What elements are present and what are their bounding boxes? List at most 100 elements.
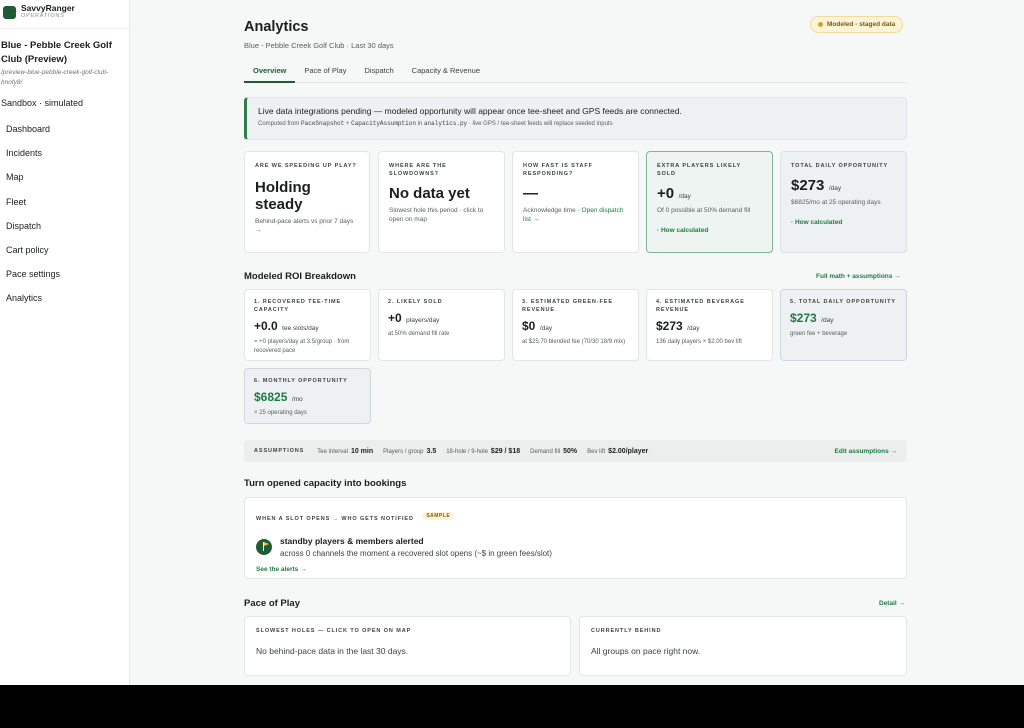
kpi-extra-players-card: Extra players likely sold +0 /day Of 0 p…: [646, 151, 773, 253]
sidebar-item-dispatch[interactable]: Dispatch: [0, 219, 129, 243]
banner-suffix: · live GPS / tee-sheet feeds will replac…: [468, 121, 613, 127]
roi-2-note: at 50% demand fill rate: [388, 331, 450, 337]
tab-capacity-revenue[interactable]: Capacity & Revenue: [403, 60, 489, 83]
roi-4-unit: /day: [687, 325, 700, 332]
roi-1-kicker: 1. Recovered tee-time capacity: [254, 299, 342, 313]
edit-assumptions-link[interactable]: Edit assumptions →: [835, 448, 897, 455]
kpi-staff-card: How fast is staff responding? — Acknowle…: [512, 151, 639, 253]
roi-1-value: +0.0: [254, 319, 278, 333]
kpi-speed-card[interactable]: Are we speeding up play? Holding steady …: [244, 151, 370, 253]
golf-flag-icon: [256, 539, 272, 555]
roi-6-unit: /mo: [291, 396, 303, 403]
roi-card-beverage: 4. Estimated beverage revenue $273 /day …: [646, 289, 773, 361]
see-alerts-link[interactable]: See the alerts →: [256, 566, 895, 573]
roi-4-kicker: 4. Estimated beverage revenue: [656, 299, 745, 313]
sidebar-item-analytics[interactable]: Analytics: [0, 291, 129, 315]
roi-5-kicker: 5. Total daily opportunity: [790, 299, 896, 305]
tab-overview[interactable]: Overview: [244, 60, 296, 83]
sidebar-item-incidents[interactable]: Incidents: [0, 146, 129, 170]
kpi-staff-note: Acknowledge time ·: [523, 207, 580, 214]
roi-6-value: $6825: [254, 390, 288, 404]
slowest-holes-text: No behind-pace data in the last 30 days.: [256, 646, 409, 656]
club-name: Blue - Pebble Creek Golf Club (Preview): [1, 40, 112, 65]
bookings-section-title: Turn opened capacity into bookings: [244, 478, 407, 489]
daily-how-calculated-link[interactable]: · How calculated: [791, 219, 896, 226]
kpi-staff-value: —: [523, 185, 538, 202]
roi-2-unit: players/day: [406, 317, 440, 324]
kpi-daily-kicker: Total daily opportunity: [791, 163, 889, 169]
modeled-badge-label: Modeled - staged data: [827, 21, 896, 28]
slowest-holes-card[interactable]: SLOWEST HOLES — CLICK TO OPEN ON MAP No …: [244, 616, 571, 676]
roi-3-unit: /day: [539, 325, 553, 332]
kpi-slowdowns-value: No data yet: [389, 185, 470, 202]
brand-name: SavvyRanger: [21, 3, 75, 13]
banner-title: Live data integrations pending — modeled…: [258, 106, 682, 116]
kpi-daily-opportunity-card: Total daily opportunity $273 /day $6825/…: [780, 151, 907, 253]
kpi-daily-unit: /day: [828, 185, 842, 192]
sidebar-item-map[interactable]: Map: [0, 170, 129, 194]
sidebar-item-pace-settings[interactable]: Pace settings: [0, 267, 129, 291]
roi-5-note: green fee + beverage: [790, 331, 848, 337]
banner-code-line: Computed from PaceSnapshot + CapacityAss…: [258, 120, 895, 127]
kpi-staff-kicker: How fast is staff responding?: [523, 163, 593, 177]
banner-code-pace: PaceSnapshot: [301, 120, 345, 127]
pace-detail-link[interactable]: Detail →: [879, 600, 905, 607]
currently-behind-card: CURRENTLY BEHIND All groups on pace righ…: [579, 616, 907, 676]
assumptions-kicker: ASSUMPTIONS: [254, 448, 305, 454]
page-subtitle: Blue - Pebble Creek Golf Club · Last 30 …: [244, 41, 394, 50]
kpi-daily-value: $273: [791, 177, 825, 194]
banner-code-file: analytics.py: [423, 120, 468, 127]
roi-card-recovered-capacity: 1. Recovered tee-time capacity +0.0 tee …: [244, 289, 371, 361]
modeled-status-badge: Modeled - staged data: [810, 16, 904, 33]
bookings-kicker: WHEN A SLOT OPENS → WHO GETS NOTIFIED: [256, 516, 414, 522]
tab-pace-of-play[interactable]: Pace of Play: [295, 60, 355, 83]
kpi-speed-kicker: Are we speeding up play?: [255, 163, 357, 169]
roi-4-note: 136 daily players × $2.00 bev lift: [656, 339, 742, 345]
kpi-slowdowns-card[interactable]: Where are the slowdowns? No data yet Slo…: [378, 151, 505, 253]
kpi-extra-kicker: Extra players likely sold: [657, 163, 741, 177]
kpi-slowdowns-note: Slowest hole this period · click to open…: [389, 207, 484, 223]
kpi-extra-note: Of 0 possible at 50% demand fill: [657, 207, 751, 214]
brand[interactable]: SavvyRanger OPERATIONS: [0, 0, 129, 29]
roi-3-value: $0: [522, 319, 536, 333]
bookings-card: WHEN A SLOT OPENS → WHO GETS NOTIFIED SA…: [244, 497, 907, 579]
roi-card-total-daily: 5. Total daily opportunity $273 /day gre…: [780, 289, 907, 361]
roi-2-kicker: 2. Likely sold: [388, 299, 443, 305]
sidebar-item-fleet[interactable]: Fleet: [0, 195, 129, 219]
kpi-extra-unit: /day: [678, 193, 691, 200]
currently-behind-kicker: CURRENTLY BEHIND: [591, 628, 662, 634]
sidebar-nav: Dashboard Incidents Map Fleet Dispatch C…: [0, 108, 129, 316]
kpi-daily-note: $6825/mo at 25 operating days: [791, 199, 881, 206]
roi-card-monthly: 6. Monthly opportunity $6825 /mo × 25 op…: [244, 368, 371, 424]
sidebar: SavvyRanger OPERATIONS Blue - Pebble Cre…: [0, 0, 130, 685]
tab-dispatch[interactable]: Dispatch: [355, 60, 402, 83]
roi-6-note: × 25 operating days: [254, 410, 307, 416]
status-dot-icon: [818, 22, 823, 27]
kpi-speed-note[interactable]: Behind-pace alerts vs prior 7 days →: [255, 217, 359, 235]
integration-banner: Live data integrations pending — modeled…: [244, 97, 907, 140]
bottom-black-bar: [0, 685, 1024, 728]
app-window: SavvyRanger OPERATIONS Blue - Pebble Cre…: [0, 0, 1024, 685]
full-math-link[interactable]: Full math + assumptions →: [816, 273, 901, 280]
sample-badge: SAMPLE: [422, 511, 455, 520]
kpi-speed-value-line1: Holding: [255, 179, 311, 196]
kpi-slowdowns-kicker: Where are the slowdowns?: [389, 163, 447, 177]
main-content: Analytics Blue - Pebble Creek Golf Club …: [130, 0, 1024, 685]
slowest-holes-kicker: SLOWEST HOLES — CLICK TO OPEN ON MAP: [256, 628, 412, 634]
currently-behind-text: All groups on pace right now.: [591, 646, 701, 656]
roi-5-value: $273: [790, 311, 817, 325]
roi-3-note: at $25.70 blended fee (70/30 18/9 mix): [522, 339, 626, 345]
sidebar-item-cart-policy[interactable]: Cart policy: [0, 243, 129, 267]
sidebar-item-dashboard[interactable]: Dashboard: [0, 122, 129, 146]
roi-5-unit: /day: [821, 317, 834, 324]
bookings-heading: standby players & members alerted: [280, 536, 424, 546]
roi-2-value: +0: [388, 311, 402, 325]
banner-prefix: Computed from: [258, 121, 300, 127]
assumptions-bar: ASSUMPTIONS Tee interval 10 min Players /…: [244, 440, 907, 462]
roi-1-unit: tee slots/day: [282, 325, 319, 332]
pace-section-title: Pace of Play: [244, 598, 300, 609]
roi-1-note: = +0 players/day at 3.5/group · from rec…: [254, 339, 350, 354]
extra-how-calculated-link[interactable]: · How calculated: [657, 227, 762, 234]
assumption-players-group: Players / group 3.5: [383, 447, 437, 455]
roi-4-value: $273: [656, 319, 683, 333]
